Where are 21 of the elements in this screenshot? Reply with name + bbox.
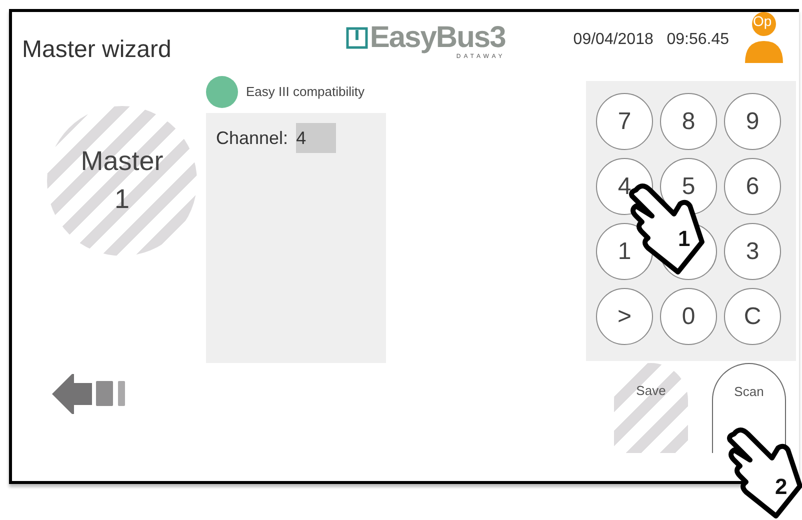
keypad-key[interactable]: 0 — [660, 288, 717, 345]
keypad-key[interactable]: 6 — [724, 158, 781, 215]
master-label: Master — [80, 145, 164, 178]
user-badge-text: Op — [753, 13, 772, 29]
date-text: 09/04/2018 09:56.45 — [573, 30, 729, 50]
channel-label: Channel: — [216, 126, 288, 150]
step-number: 2 — [775, 476, 788, 498]
master-number: 1 — [114, 183, 130, 216]
compatibility-label: Easy III compatibility — [246, 83, 364, 102]
keypad-key[interactable]: 8 — [660, 93, 717, 150]
logo-icon — [346, 27, 368, 49]
keypad-key[interactable]: 3 — [724, 223, 781, 280]
keypad-key[interactable]: C — [724, 288, 781, 345]
keypad-key[interactable]: 7 — [596, 93, 653, 150]
keypad-key[interactable]: > — [596, 288, 653, 345]
keypad-key[interactable]: 9 — [724, 93, 781, 150]
keypad-key[interactable]: 1 — [596, 223, 653, 280]
logo-text: EasyBus3 — [370, 22, 506, 54]
step-number: 1 — [678, 228, 690, 250]
page-title: Master wizard — [22, 35, 172, 65]
channel-field[interactable]: 4 — [296, 123, 336, 153]
